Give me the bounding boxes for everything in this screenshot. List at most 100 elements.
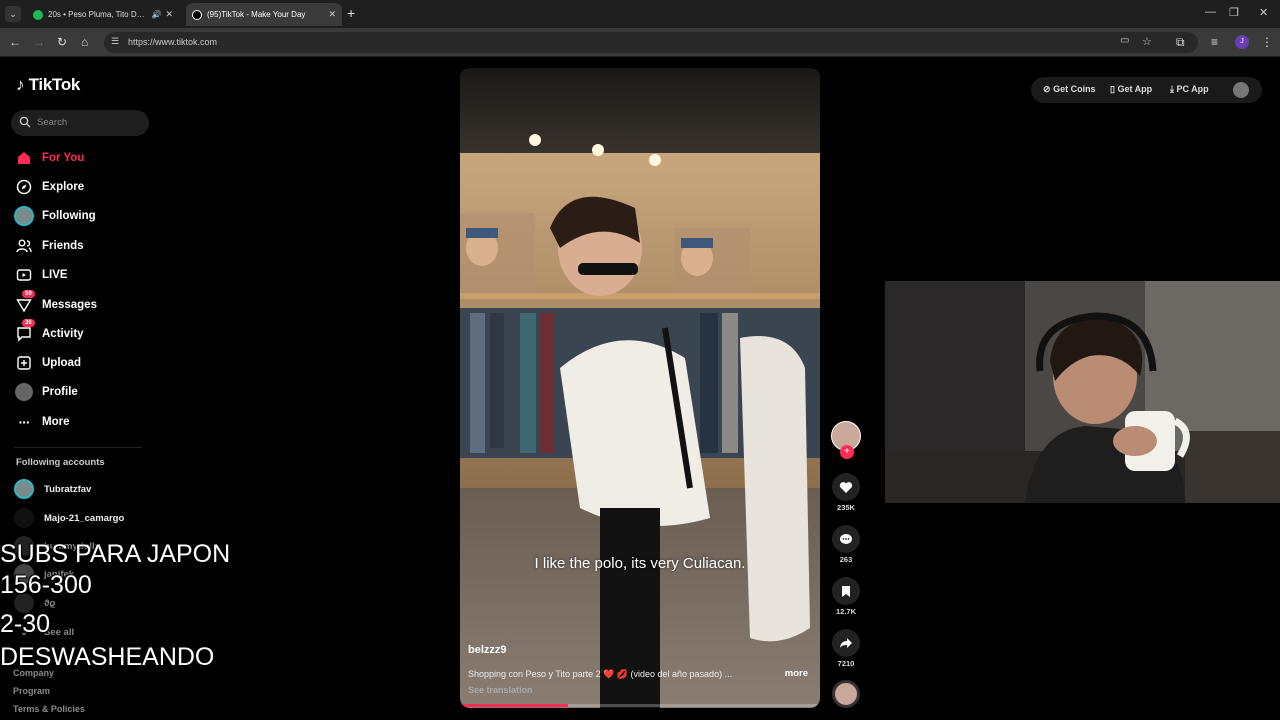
user-avatar[interactable]	[1233, 82, 1249, 98]
coin-icon: ⊘	[1043, 84, 1051, 94]
logo-text: TikTok	[28, 75, 81, 94]
profile-avatar-icon[interactable]: J	[1235, 35, 1249, 49]
following-avatar-icon	[12, 204, 36, 228]
share-button[interactable]: 7210	[830, 629, 862, 668]
nav-following[interactable]: Following	[12, 203, 152, 229]
nav-upload[interactable]: Upload	[12, 350, 152, 376]
spotify-icon	[33, 9, 43, 20]
see-translation-link[interactable]: See translation	[468, 685, 533, 695]
pc-app-button[interactable]: ⤓ PC App	[1170, 84, 1209, 95]
back-icon[interactable]: ←	[9, 35, 21, 49]
tab-title: 20s • Peso Pluma, Tito Double P	[48, 10, 148, 19]
comment-icon	[832, 525, 860, 553]
close-window-icon[interactable]: ✕	[1259, 6, 1268, 19]
stream-overlay-line: DESWASHEANDO	[0, 643, 215, 671]
avatar	[14, 508, 34, 528]
download-icon: ⤓	[1170, 84, 1174, 94]
video-progress-fill	[460, 704, 568, 707]
sidebar-divider	[14, 447, 142, 448]
speaker-icon[interactable]: 🔊	[151, 10, 161, 19]
close-tab-icon[interactable]: ✕	[328, 9, 336, 20]
nav-label: Explore	[42, 181, 85, 193]
nav-more[interactable]: ··· More	[12, 409, 152, 435]
search-input[interactable]: Search	[11, 110, 149, 136]
following-account-item[interactable]: Tubratzfav	[14, 479, 91, 499]
tab-title: (95)TikTok - Make Your Day	[207, 10, 306, 19]
tab-tiktok[interactable]: (95)TikTok - Make Your Day ✕	[186, 3, 342, 26]
video-subtitle: I like the polo, its very Culiacan.	[534, 555, 746, 572]
heart-icon	[832, 473, 860, 501]
nav-label: For You	[42, 152, 85, 164]
get-app-button[interactable]: ▯ Get App	[1110, 84, 1152, 95]
more-button[interactable]: more	[785, 668, 808, 679]
phone-icon: ▯	[1110, 84, 1115, 94]
omnibox[interactable]: ☰ https://www.tiktok.com ▭ ☆	[104, 32, 1198, 53]
search-icon	[19, 116, 31, 128]
music-disc-button[interactable]	[830, 680, 862, 708]
music-disc-icon	[832, 680, 860, 708]
footer-program-link[interactable]: Program	[13, 686, 50, 696]
menu-icon[interactable]: ⋮	[1261, 35, 1273, 49]
webcam-image	[885, 281, 1280, 503]
tab-search-button[interactable]: ⌄	[5, 6, 21, 22]
tiktok-logo[interactable]: ♪ TikTok	[16, 75, 80, 95]
close-tab-icon[interactable]: ✕	[165, 9, 173, 20]
home-button-icon[interactable]: ⌂	[81, 35, 88, 49]
video-progress-bar[interactable]	[460, 704, 820, 707]
nav-live[interactable]: LIVE	[12, 262, 152, 288]
share-icon	[832, 629, 860, 657]
video-player[interactable]: I like the polo, its very Culiacan. belz…	[460, 68, 820, 708]
activity-icon: 36	[12, 319, 36, 346]
following-account-item[interactable]: Majo-21_camargo	[14, 508, 124, 528]
stream-overlay-line: SUBS PARA JAPON	[0, 540, 231, 568]
video-description: Shopping con Peso y Tito parte 2 ❤️ 💋 (v…	[468, 669, 733, 679]
bookmark-star-icon[interactable]: ☆	[1142, 35, 1152, 48]
reload-icon[interactable]: ↻	[57, 35, 67, 49]
like-button[interactable]: 235K	[830, 473, 862, 512]
avatar	[14, 479, 34, 499]
video-author[interactable]: belzzz9	[468, 644, 507, 656]
extensions-icon[interactable]: ⧉	[1176, 35, 1185, 50]
account-name: Tubratzfav	[44, 483, 92, 495]
account-name: Majo-21_camargo	[44, 512, 125, 524]
messages-icon: 59	[12, 290, 36, 317]
footer-terms-link[interactable]: Terms & Policies	[13, 704, 85, 714]
nav-for-you[interactable]: For You	[12, 145, 152, 171]
home-icon	[12, 146, 36, 170]
following-accounts-title: Following accounts	[16, 457, 105, 468]
webcam-overlay	[885, 281, 1280, 503]
save-button[interactable]: 12.7K	[830, 577, 862, 616]
follow-plus-icon[interactable]: +	[840, 445, 854, 459]
nav-label: Following	[42, 210, 96, 222]
cast-icon[interactable]: ▭	[1120, 35, 1129, 46]
nav-profile[interactable]: Profile	[12, 379, 152, 405]
nav-messages[interactable]: 59 Messages	[12, 290, 152, 318]
get-coins-button[interactable]: ⊘ Get Coins	[1043, 84, 1096, 95]
account-name: ϑϱ	[44, 597, 56, 609]
nav-label: Upload	[42, 357, 81, 369]
bookmark-icon	[832, 577, 860, 605]
creator-avatar-button[interactable]: +	[830, 421, 862, 459]
media-control-icon[interactable]: ≡	[1211, 35, 1218, 49]
profile-icon	[12, 380, 36, 404]
compass-icon	[12, 175, 36, 199]
get-coins-label: Get Coins	[1053, 84, 1096, 94]
nav-activity[interactable]: 36 Activity	[12, 319, 152, 347]
tiktok-note-icon: ♪	[16, 75, 25, 94]
minimize-icon[interactable]: —	[1205, 6, 1216, 18]
get-app-label: Get App	[1117, 84, 1153, 94]
nav-friends[interactable]: Friends	[12, 233, 152, 259]
messages-badge: 59	[22, 290, 35, 298]
nav-label: Messages	[42, 299, 97, 311]
new-tab-button[interactable]: +	[347, 5, 355, 21]
restore-icon[interactable]: ❐	[1229, 6, 1239, 19]
upload-icon	[12, 351, 36, 375]
nav-label: Friends	[42, 240, 84, 252]
nav-label: More	[42, 416, 70, 428]
site-info-icon[interactable]: ☰	[111, 36, 119, 47]
tab-spotify[interactable]: 20s • Peso Pluma, Tito Double P 🔊 ✕	[27, 3, 179, 26]
comment-button[interactable]: 263	[830, 525, 862, 564]
stream-overlay-line: 2-30	[0, 610, 51, 638]
nav-explore[interactable]: Explore	[12, 174, 152, 200]
forward-icon[interactable]: →	[33, 35, 45, 49]
